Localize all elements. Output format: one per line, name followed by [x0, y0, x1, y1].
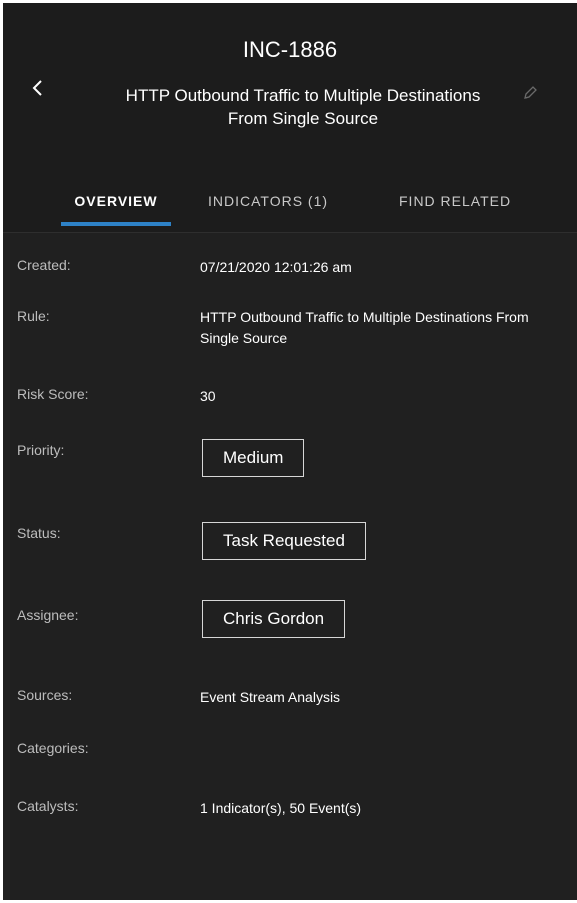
- incident-panel: INC-1886 HTTP Outbound Traffic to Multip…: [3, 3, 577, 900]
- priority-label: Priority:: [17, 442, 65, 458]
- risk-score-label: Risk Score:: [17, 386, 89, 402]
- catalysts-label: Catalysts:: [17, 798, 79, 814]
- sources-label: Sources:: [17, 687, 73, 703]
- sources-value: Event Stream Analysis: [200, 689, 341, 705]
- tab-indicators-label: INDICATORS (1): [208, 193, 329, 209]
- catalysts-value: 1 Indicator(s), 50 Event(s): [200, 800, 362, 816]
- assignee-button[interactable]: Chris Gordon: [202, 600, 346, 638]
- rule-label: Rule:: [17, 308, 50, 324]
- priority-button[interactable]: Medium: [202, 439, 305, 477]
- status-button[interactable]: Task Requested: [202, 522, 366, 560]
- edit-title-button[interactable]: [521, 84, 539, 102]
- risk-score-value: 30: [200, 388, 216, 404]
- created-label: Created:: [17, 257, 71, 273]
- overview-content: Created: 07/21/2020 12:01:26 am Rule: HT…: [3, 232, 577, 900]
- pencil-icon: [521, 86, 539, 106]
- rule-value: HTTP Outbound Traffic to Multiple Destin…: [200, 309, 529, 346]
- tab-indicators[interactable]: INDICATORS (1): [208, 187, 368, 231]
- tab-overview[interactable]: OVERVIEW: [61, 187, 171, 231]
- incident-header: INC-1886 HTTP Outbound Traffic to Multip…: [3, 3, 577, 232]
- assignee-label: Assignee:: [17, 607, 79, 623]
- tab-overview-label: OVERVIEW: [74, 193, 158, 209]
- incident-title: HTTP Outbound Traffic to Multiple Destin…: [125, 86, 481, 128]
- categories-label: Categories:: [17, 740, 89, 756]
- back-button[interactable]: [29, 76, 51, 104]
- created-value: 07/21/2020 12:01:26 am: [200, 259, 352, 275]
- tab-bar: OVERVIEW INDICATORS (1) FIND RELATED: [3, 187, 577, 231]
- chevron-left-icon: [29, 76, 51, 104]
- incident-id: INC-1886: [242, 37, 338, 62]
- status-label: Status:: [17, 525, 61, 541]
- tab-find-related[interactable]: FIND RELATED: [399, 187, 549, 231]
- tab-find-related-label: FIND RELATED: [399, 193, 512, 209]
- active-tab-indicator: [61, 222, 171, 226]
